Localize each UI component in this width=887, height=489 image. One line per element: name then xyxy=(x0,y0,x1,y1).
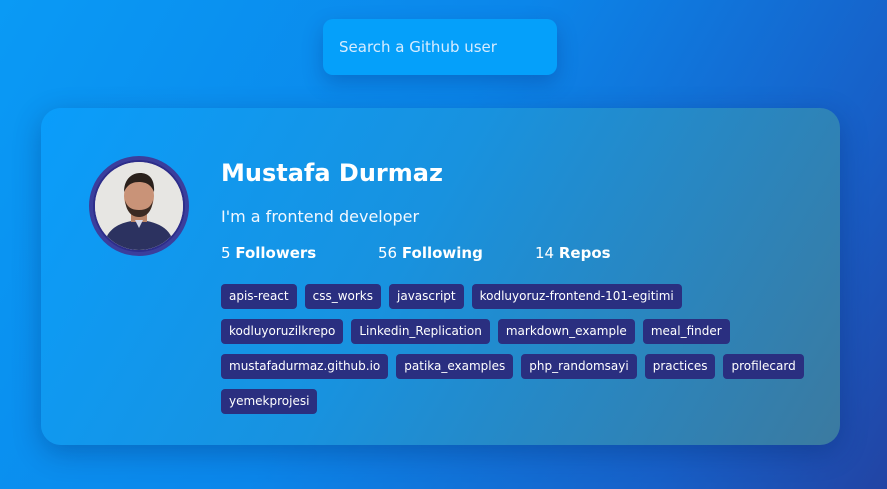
user-stats: 5 Followers 56 Following 14 Repos xyxy=(221,244,811,262)
repo-link[interactable]: patika_examples xyxy=(396,354,514,379)
repo-list: apis-react css_works javascript kodluyor… xyxy=(221,284,811,414)
followers-stat: 5 Followers xyxy=(221,244,378,262)
user-bio: I'm a frontend developer xyxy=(221,207,420,226)
repos-label: Repos xyxy=(558,244,611,262)
avatar-photo xyxy=(95,162,183,250)
followers-label: Followers xyxy=(235,244,317,262)
user-card: Mustafa Durmaz I'm a frontend developer … xyxy=(41,108,840,445)
followers-count: 5 xyxy=(221,244,231,262)
repo-link[interactable]: apis-react xyxy=(221,284,297,309)
repo-link[interactable]: javascript xyxy=(389,284,464,309)
repo-link[interactable]: meal_finder xyxy=(642,319,730,344)
search-input[interactable] xyxy=(323,19,557,75)
avatar-frame xyxy=(89,156,189,256)
avatar xyxy=(95,162,183,250)
repo-link[interactable]: Linkedin_Replication xyxy=(351,319,490,344)
repo-link[interactable]: css_works xyxy=(304,284,382,309)
following-label: Following xyxy=(401,244,483,262)
repo-link[interactable]: practices xyxy=(644,354,716,379)
repo-link[interactable]: kodluyoruz-frontend-101-egitimi xyxy=(471,284,682,309)
repo-link[interactable]: markdown_example xyxy=(497,319,635,344)
user-info: Mustafa Durmaz I'm a frontend developer … xyxy=(221,156,811,414)
repo-link[interactable]: profilecard xyxy=(723,354,804,379)
following-count: 56 xyxy=(378,244,398,262)
search-container xyxy=(323,19,557,75)
repos-count: 14 xyxy=(535,244,555,262)
repo-link[interactable]: mustafadurmaz.github.io xyxy=(221,354,389,379)
repo-link[interactable]: php_randomsayi xyxy=(521,354,637,379)
repos-stat: 14 Repos xyxy=(535,244,692,262)
user-name: Mustafa Durmaz xyxy=(221,159,443,187)
repo-link[interactable]: yemekprojesi xyxy=(221,389,318,414)
following-stat: 56 Following xyxy=(378,244,535,262)
repo-link[interactable]: kodluyoruzilkrepo xyxy=(221,319,344,344)
